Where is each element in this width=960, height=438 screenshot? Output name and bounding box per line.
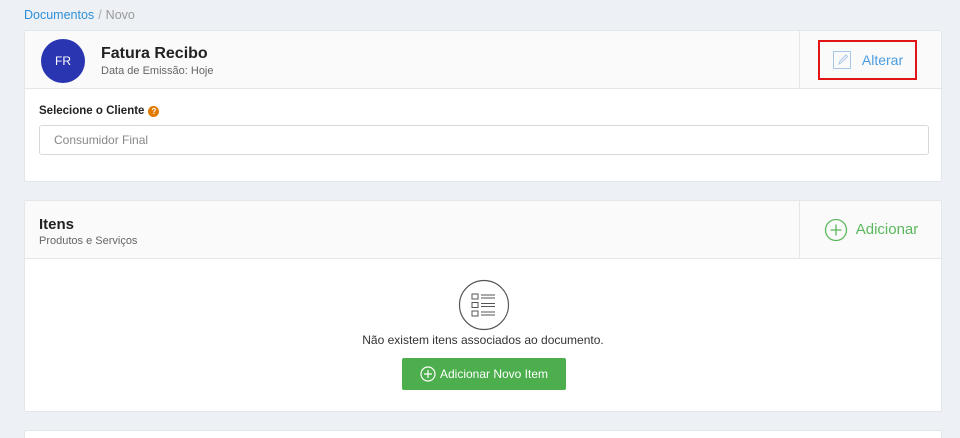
adicionar-button[interactable]: Adicionar [800, 201, 942, 258]
help-icon[interactable]: ? [148, 105, 160, 117]
document-header-action: Alterar [799, 31, 941, 88]
add-new-item-label: Adicionar Novo Item [439, 367, 549, 381]
breadcrumb-current: Novo [105, 8, 135, 22]
breadcrumb-separator: / [98, 8, 102, 22]
alterar-button[interactable]: Alterar [818, 40, 917, 80]
add-new-item-button[interactable]: Adicionar Novo Item [402, 358, 566, 390]
items-card: Itens Produtos e Serviços Adicionar Não … [24, 200, 942, 412]
items-title: Itens [39, 216, 75, 233]
breadcrumb-documentos-link[interactable]: Documentos [24, 8, 94, 22]
breadcrumb: Documentos / Novo [24, 8, 135, 22]
next-card [24, 430, 942, 438]
document-card: FR Fatura Recibo Data de Emissão: Hoje A… [24, 30, 942, 182]
items-header-action: Adicionar [799, 201, 941, 258]
items-card-header: Itens Produtos e Serviços Adicionar [25, 201, 941, 259]
empty-items-message: Não existem itens associados ao document… [362, 333, 604, 347]
document-card-header: FR Fatura Recibo Data de Emissão: Hoje A… [25, 31, 941, 89]
list-icon [458, 279, 510, 331]
adicionar-label: Adicionar [855, 221, 919, 238]
document-title: Fatura Recibo [101, 45, 208, 62]
plus-circle-icon [420, 366, 436, 382]
client-label-text: Selecione o Cliente [39, 105, 145, 117]
avatar: FR [41, 39, 85, 83]
document-subtitle: Data de Emissão: Hoje [101, 65, 214, 77]
client-input[interactable] [39, 125, 929, 155]
edit-icon [832, 51, 851, 69]
plus-circle-icon [824, 218, 847, 241]
alterar-label: Alterar [861, 52, 904, 68]
client-label: Selecione o Cliente ? [39, 105, 160, 117]
items-subtitle: Produtos e Serviços [39, 235, 138, 247]
